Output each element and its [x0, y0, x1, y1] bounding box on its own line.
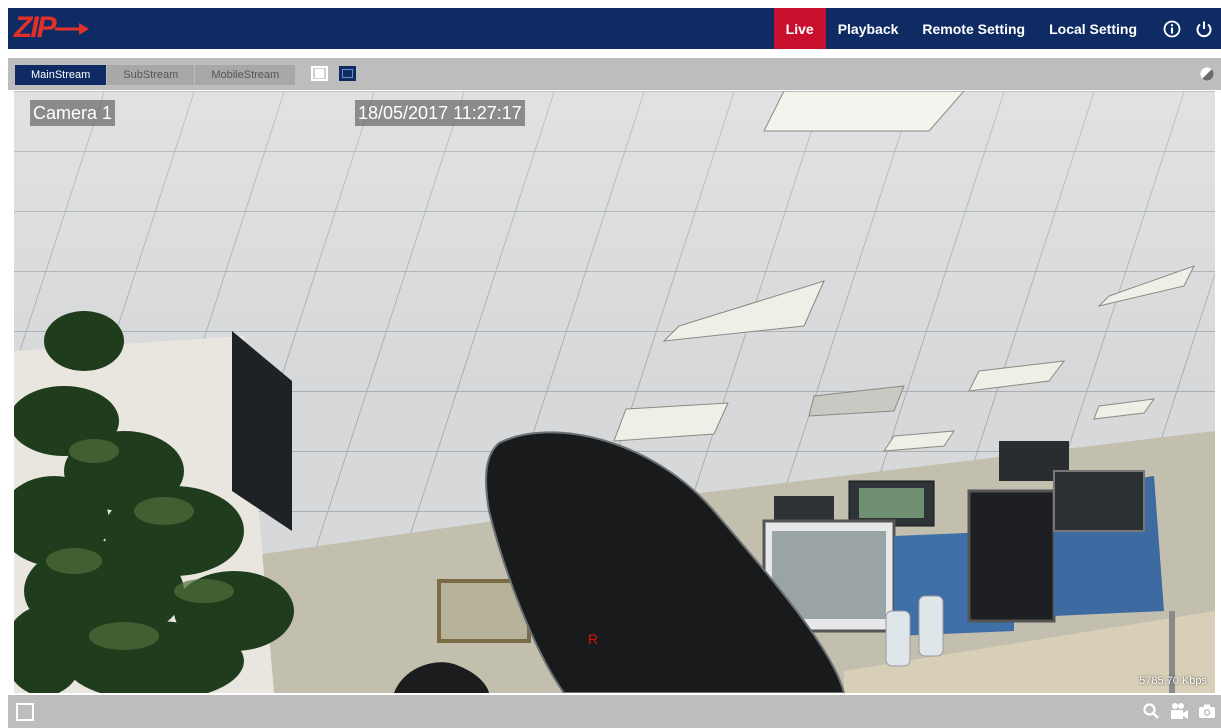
fullscreen-icon[interactable] [16, 703, 34, 721]
camera-name-overlay: Camera 1 [30, 100, 116, 126]
single-view-icon[interactable] [311, 66, 328, 81]
tab-mobilestream[interactable]: MobileStream [195, 65, 297, 85]
nav-local-setting[interactable]: Local Setting [1037, 8, 1149, 49]
camera-scene [14, 91, 1215, 693]
tab-mainstream[interactable]: MainStream [15, 65, 108, 85]
power-icon[interactable] [1193, 18, 1215, 40]
live-video-feed[interactable]: Camera 1 18/05/2017 11:27:17 R 5785.70 K… [14, 91, 1215, 693]
zoom-icon[interactable] [1141, 701, 1161, 721]
nav-remote-setting[interactable]: Remote Setting [910, 8, 1037, 49]
bottom-actions [1141, 701, 1217, 721]
app-window: ZIP Live Playback Remote Setting Local S… [0, 0, 1221, 728]
snapshot-icon[interactable] [1197, 701, 1217, 721]
quad-view-icon[interactable] [339, 66, 356, 81]
zip-logo: ZIP [14, 12, 89, 44]
bottom-toolbar [8, 695, 1221, 728]
record-indicator: R [588, 631, 599, 647]
header-icons [1161, 8, 1215, 49]
timestamp-overlay: 18/05/2017 11:27:17 [355, 100, 525, 126]
info-icon[interactable] [1161, 18, 1183, 40]
contrast-icon[interactable] [1199, 66, 1215, 82]
logo-arrow-icon [54, 23, 89, 35]
tab-substream[interactable]: SubStream [107, 65, 196, 85]
bitrate-readout: 5785.70 Kbps [1139, 675, 1207, 687]
record-icon[interactable] [1169, 701, 1189, 721]
main-nav: Live Playback Remote Setting Local Setti… [773, 8, 1149, 49]
top-navigation-bar: ZIP Live Playback Remote Setting Local S… [8, 8, 1221, 49]
nav-live[interactable]: Live [773, 8, 826, 49]
stream-toolbar: MainStream SubStream MobileStream [8, 58, 1221, 90]
stream-tabs: MainStream SubStream MobileStream [15, 65, 297, 85]
nav-playback[interactable]: Playback [826, 8, 911, 49]
logo-text: ZIP [14, 11, 57, 44]
